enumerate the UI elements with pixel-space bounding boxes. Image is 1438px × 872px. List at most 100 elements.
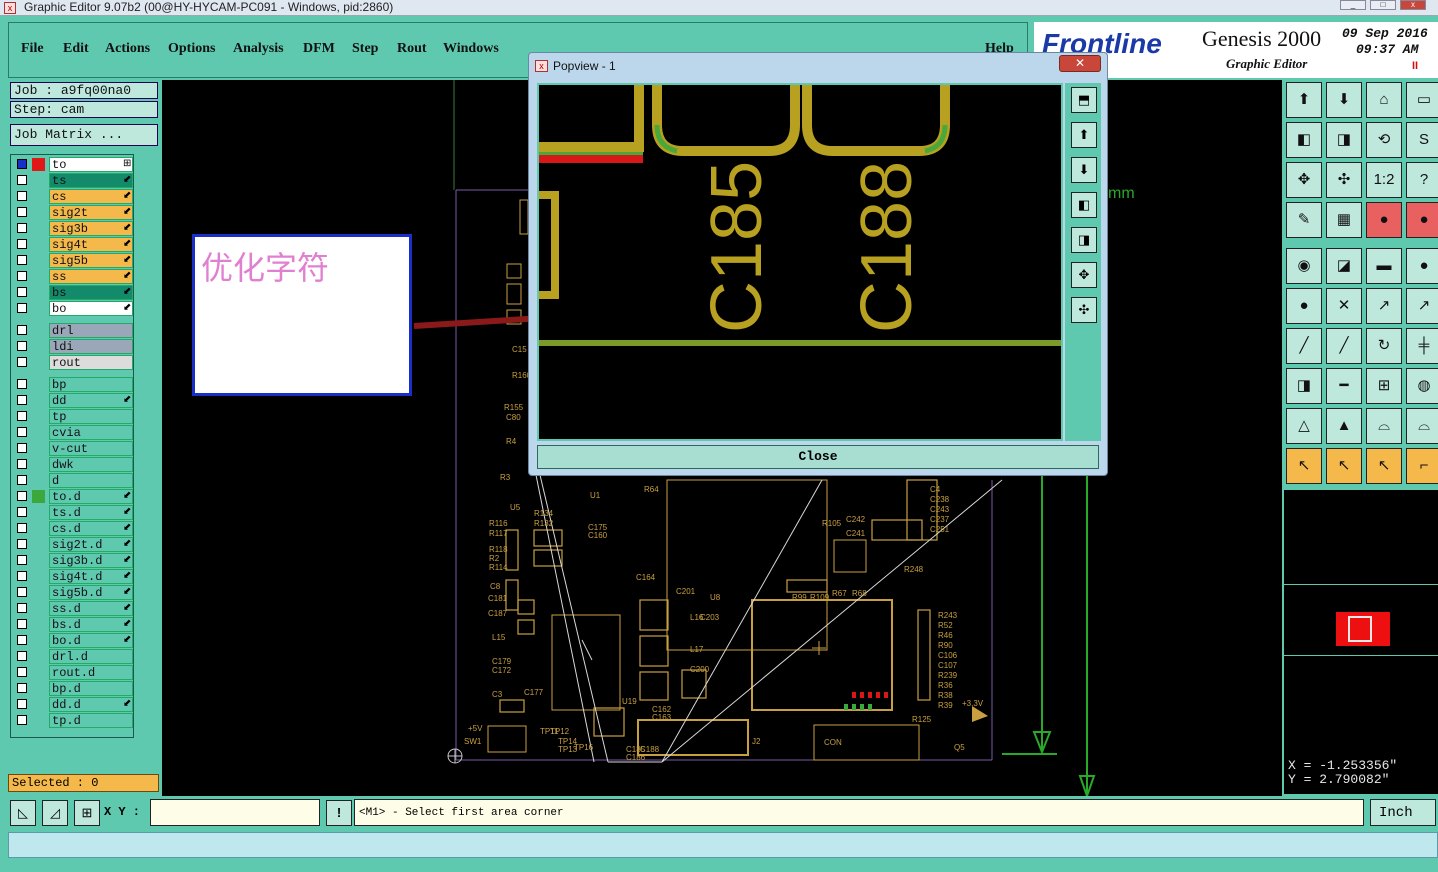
exclamation-button[interactable]: ! xyxy=(326,800,352,826)
layer-row-sig3b[interactable]: sig3b ⬋ xyxy=(11,221,133,236)
layer-edit-icon[interactable]: ⬋ xyxy=(123,618,131,629)
layer-edit-icon[interactable]: ⬋ xyxy=(123,634,131,645)
layer-checkbox[interactable] xyxy=(17,159,27,169)
layer-color-swatch[interactable] xyxy=(32,158,45,171)
layer-checkbox[interactable] xyxy=(17,699,27,709)
select-icon[interactable]: ↖ xyxy=(1286,448,1322,484)
arc-icon[interactable]: ↻ xyxy=(1366,328,1402,364)
layer-checkbox[interactable] xyxy=(17,287,27,297)
layer-row-ldi[interactable]: ldi xyxy=(11,339,133,354)
layer-name[interactable]: ss.d xyxy=(49,601,133,616)
split-icon[interactable]: ╪ xyxy=(1406,328,1438,364)
layer-name[interactable]: v-cut xyxy=(49,441,133,456)
layer-row-tp[interactable]: tp xyxy=(11,409,133,424)
layer-checkbox[interactable] xyxy=(17,667,27,677)
layer-name[interactable]: bp.d xyxy=(49,681,133,696)
layer-edit-icon[interactable]: ⬋ xyxy=(123,586,131,597)
layer-checkbox[interactable] xyxy=(17,255,27,265)
layer-name[interactable]: cs.d xyxy=(49,521,133,536)
layer-name[interactable]: to.d xyxy=(49,489,133,504)
layer-name[interactable]: bs.d xyxy=(49,617,133,632)
layer-row-ts[interactable]: ts ⬋ xyxy=(11,173,133,188)
popview-close-button[interactable]: Close xyxy=(537,445,1099,469)
net-icon[interactable]: ● xyxy=(1366,202,1402,238)
layer-edit-icon[interactable]: ⬋ xyxy=(123,570,131,581)
maximize-button[interactable]: □ xyxy=(1370,0,1396,10)
layer-name[interactable]: sig2t xyxy=(49,205,133,220)
layer-checkbox[interactable] xyxy=(17,475,27,485)
layer-name[interactable]: bp xyxy=(49,377,133,392)
route-icon[interactable]: ◪ xyxy=(1326,248,1362,284)
layer-row-sig4t-d[interactable]: sig4t.d ⬋ xyxy=(11,569,133,584)
layer-name[interactable]: bo.d xyxy=(49,633,133,648)
pop-pan-right-icon[interactable]: ◨ xyxy=(1071,227,1097,253)
layer-edit-icon[interactable]: ⬋ xyxy=(123,602,131,613)
layer-row-to[interactable]: to ⊞ xyxy=(11,157,133,172)
box-link-icon[interactable]: ⊞ xyxy=(1366,368,1402,404)
layer-edit-icon[interactable]: ⬋ xyxy=(123,222,131,233)
minus-icon[interactable]: ━ xyxy=(1326,368,1362,404)
arch2-icon[interactable]: ⌓ xyxy=(1406,408,1438,444)
pop-layer-up-icon[interactable]: ⬆ xyxy=(1071,122,1097,148)
layer-row-bp-d[interactable]: bp.d xyxy=(11,681,133,696)
layer-edit-icon[interactable]: ⬋ xyxy=(123,302,131,313)
layer-name[interactable]: sig5b xyxy=(49,253,133,268)
layer-checkbox[interactable] xyxy=(17,191,27,201)
layer-checkbox[interactable] xyxy=(17,411,27,421)
layer-edit-icon[interactable]: ⬋ xyxy=(123,538,131,549)
ruler-icon[interactable]: ▬ xyxy=(1366,248,1402,284)
layer-row-ss-d[interactable]: ss.d ⬋ xyxy=(11,601,133,616)
layer-checkbox[interactable] xyxy=(17,379,27,389)
window-icon[interactable]: ▭ xyxy=(1406,82,1438,118)
layer-row-rout-d[interactable]: rout.d xyxy=(11,665,133,680)
layer-checkbox[interactable] xyxy=(17,427,27,437)
layer-checkbox[interactable] xyxy=(17,491,27,501)
layer-name[interactable]: sig4t xyxy=(49,237,133,252)
layer-color-swatch[interactable] xyxy=(32,490,45,503)
layer-edit-icon[interactable]: ⬋ xyxy=(123,174,131,185)
arch-icon[interactable]: ⌓ xyxy=(1366,408,1402,444)
layer-checkbox[interactable] xyxy=(17,619,27,629)
zoom-fit-icon[interactable]: ✥ xyxy=(1286,162,1322,198)
layer-row-bs-d[interactable]: bs.d ⬋ xyxy=(11,617,133,632)
layer-checkbox[interactable] xyxy=(17,555,27,565)
layer-name[interactable]: sig2t.d xyxy=(49,537,133,552)
pad-arrow-icon[interactable]: ◨ xyxy=(1286,368,1322,404)
layer-edit-icon[interactable]: ⬋ xyxy=(123,394,131,405)
menu-actions[interactable]: Actions xyxy=(105,41,150,57)
layer-checkbox[interactable] xyxy=(17,523,27,533)
layer-checkbox[interactable] xyxy=(17,715,27,725)
popview-window[interactable]: x Popview - 1 ✕ C185 C188 ⬒ ⬆ ⬇ ◧ ◨ ✥ ✣ Close xyxy=(528,52,1108,476)
layer-row-sig4t[interactable]: sig4t ⬋ xyxy=(11,237,133,252)
layer-name[interactable]: bo xyxy=(49,301,133,316)
layer-row-bs[interactable]: bs ⬋ xyxy=(11,285,133,300)
layer-checkbox[interactable] xyxy=(17,587,27,597)
layer-name[interactable]: bs xyxy=(49,285,133,300)
layer-checkbox[interactable] xyxy=(17,443,27,453)
layer-name[interactable]: dd.d xyxy=(49,697,133,712)
layer-checkbox[interactable] xyxy=(17,239,27,249)
layer-row-cs[interactable]: cs ⬋ xyxy=(11,189,133,204)
layer-up-icon[interactable]: ⬆ xyxy=(1286,82,1322,118)
layer-row-drl-d[interactable]: drl.d xyxy=(11,649,133,664)
layer-checkbox[interactable] xyxy=(17,507,27,517)
snap-corner-icon[interactable]: ◺ xyxy=(10,800,36,826)
layer-row-ts-d[interactable]: ts.d ⬋ xyxy=(11,505,133,520)
layer-name[interactable]: drl.d xyxy=(49,649,133,664)
layer-checkbox[interactable] xyxy=(17,223,27,233)
layer-row-drl[interactable]: drl xyxy=(11,323,133,338)
layer-row-to-d[interactable]: to.d ⬋ xyxy=(11,489,133,504)
layer-checkbox[interactable] xyxy=(17,395,27,405)
step-field[interactable]: Step: cam xyxy=(10,101,158,118)
pop-center-icon[interactable]: ✣ xyxy=(1071,297,1097,323)
layer-row-sig3b-d[interactable]: sig3b.d ⬋ xyxy=(11,553,133,568)
zoom-center-icon[interactable]: ✣ xyxy=(1326,162,1362,198)
arrow-node2-icon[interactable]: ↗ xyxy=(1406,288,1438,324)
measure-icon[interactable]: ◿ xyxy=(42,800,68,826)
layer-row-sig5b-d[interactable]: sig5b.d ⬋ xyxy=(11,585,133,600)
layer-name[interactable]: dd xyxy=(49,393,133,408)
layer-checkbox[interactable] xyxy=(17,341,27,351)
circle-icon[interactable]: ● xyxy=(1406,248,1438,284)
layer-checkbox[interactable] xyxy=(17,175,27,185)
layer-checkbox[interactable] xyxy=(17,603,27,613)
